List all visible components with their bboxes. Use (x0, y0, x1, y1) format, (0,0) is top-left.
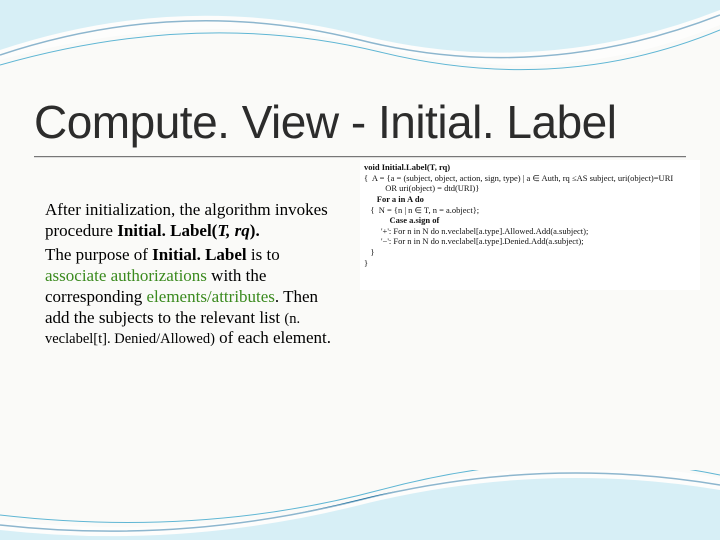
paragraph-2: The purpose of Initial. Label is to asso… (45, 245, 340, 349)
code-l2: { A = {a = (subject, object, action, sig… (364, 173, 673, 183)
p2i: of each element. (215, 328, 331, 347)
code-l4: For a in A do (370, 194, 423, 204)
p1-proc-args: T, rq (217, 221, 249, 240)
body-text: After initialization, the algorithm invo… (45, 200, 340, 353)
code-l7: '+': For n in N do n.veclabel[a.type].Al… (364, 226, 588, 236)
p1-proc-name: Initial. Label( (117, 221, 217, 240)
top-decorative-curve (0, 0, 720, 90)
bottom-decorative-curve (0, 470, 720, 540)
slide-title: Compute. View - Initial. Label (34, 95, 616, 149)
p2c: is to (247, 245, 280, 264)
slide: Compute. View - Initial. Label After ini… (0, 0, 720, 540)
p2f: elements/attributes (147, 287, 275, 306)
code-l5: { N = {n | n ∈ T, n = a.object}; (364, 205, 479, 215)
p2a: The purpose of (45, 245, 152, 264)
code-l6: Case a.sign of (377, 215, 440, 225)
pseudocode-block: void Initial.Label(T, rq) { A = {a = (su… (360, 160, 700, 290)
code-l3: OR uri(object) = dtd(URI)} (364, 183, 479, 193)
code-l10: } (364, 258, 368, 268)
p1-proc-close: ). (250, 221, 260, 240)
code-l9: } (364, 247, 374, 257)
paragraph-1: After initialization, the algorithm invo… (45, 200, 340, 241)
title-underline (34, 156, 686, 158)
p2d: associate authorizations (45, 266, 207, 285)
code-l8: '−': For n in N do n.veclabel[a.type].De… (364, 236, 584, 246)
p2b: Initial. Label (152, 245, 246, 264)
code-l1: void Initial.Label(T, rq) (364, 162, 450, 172)
